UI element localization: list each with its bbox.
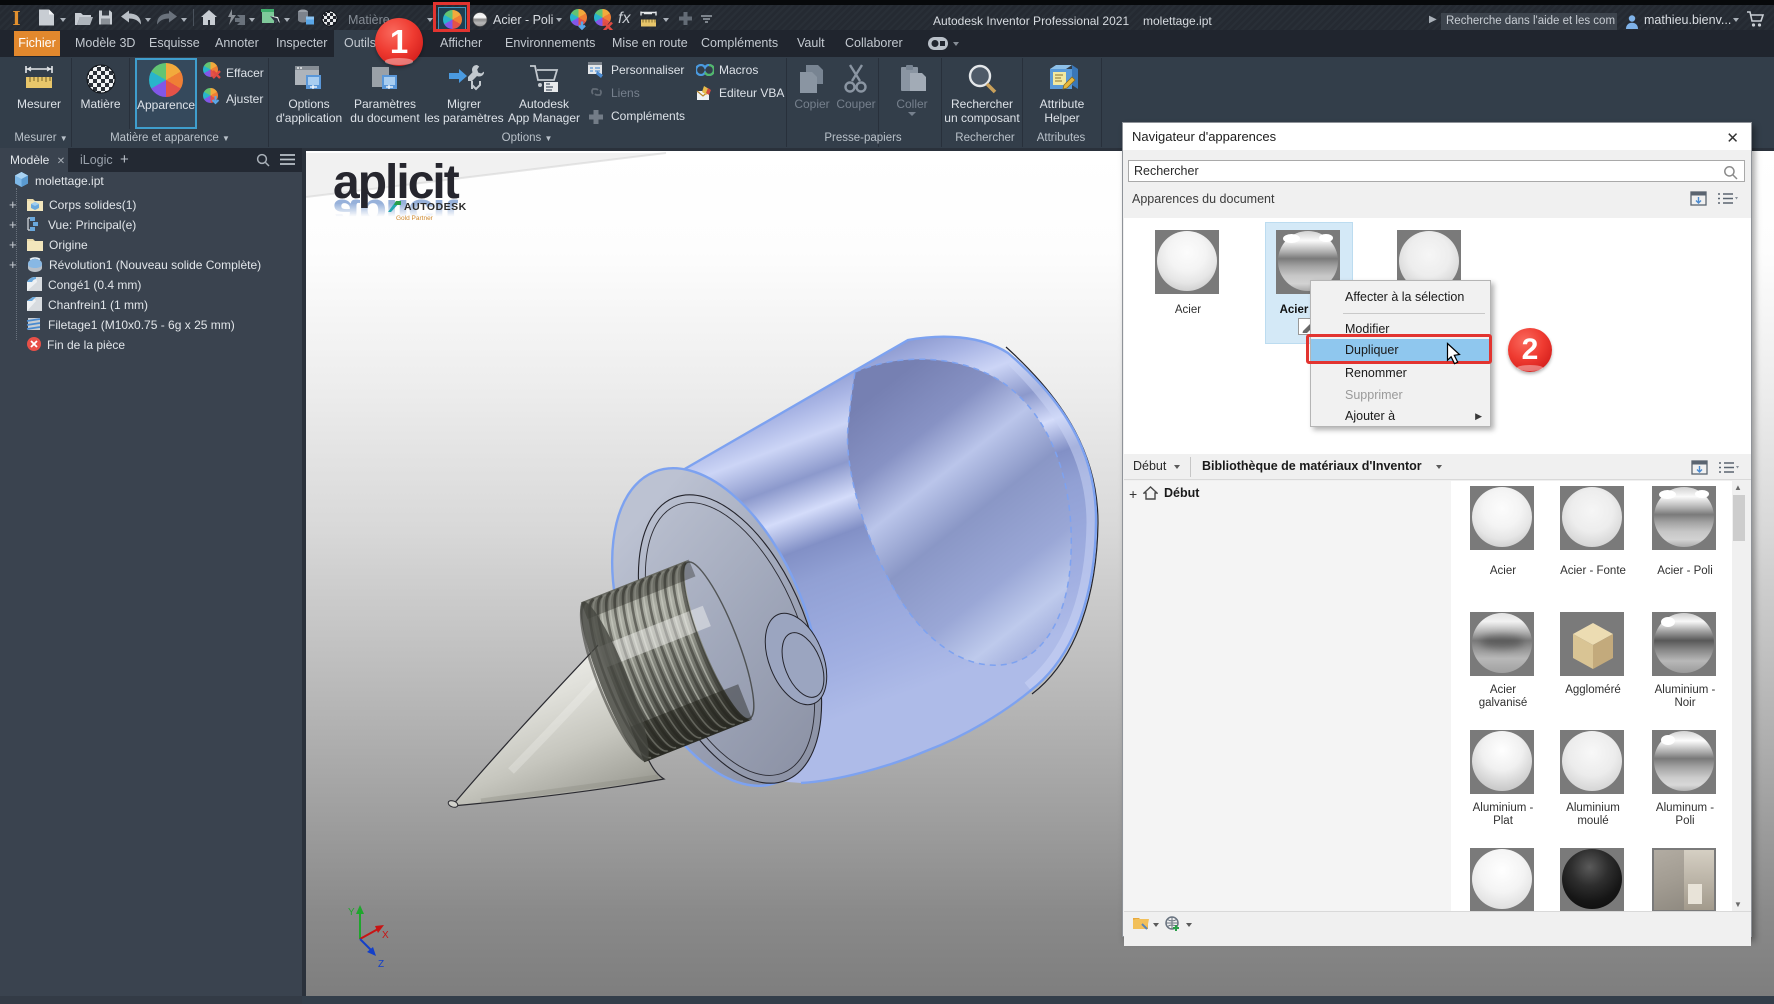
svg-text:Z: Z xyxy=(378,959,384,969)
svg-text:X: X xyxy=(382,930,389,941)
svg-text:Y: Y xyxy=(348,907,355,918)
